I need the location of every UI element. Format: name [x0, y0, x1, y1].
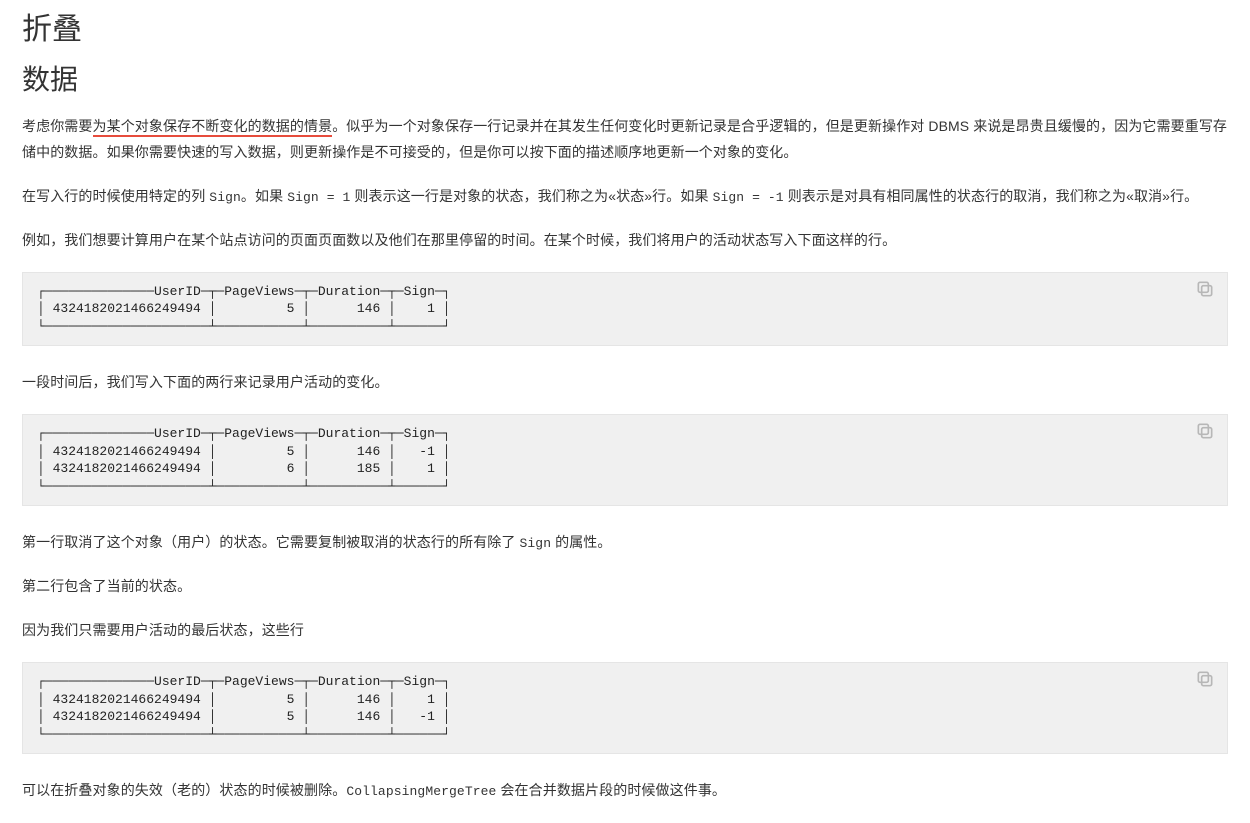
- paragraph-first-row-cancel: 第一行取消了这个对象（用户）的状态。它需要复制被取消的状态行的所有除了 Sign…: [22, 530, 1228, 556]
- text: 考虑你需要: [22, 118, 93, 134]
- copy-icon[interactable]: [1195, 279, 1219, 303]
- code-block-1: ┌──────────────UserID─┬─PageViews─┬─Dura…: [22, 272, 1228, 347]
- code-content: ┌──────────────UserID─┬─PageViews─┬─Dura…: [37, 283, 1213, 336]
- paragraph-sign-column: 在写入行的时候使用特定的列 Sign。如果 Sign = 1 则表示这一行是对象…: [22, 184, 1228, 210]
- inline-code-collapsingmergetree: CollapsingMergeTree: [346, 784, 496, 799]
- text: 则表示是对具有相同属性的状态行的取消，我们称之为«取消»行。: [784, 188, 1199, 204]
- text: 可以在折叠对象的失效（老的）状态的时候被删除。: [22, 782, 346, 798]
- text: 在写入行的时候使用特定的列: [22, 188, 209, 204]
- heading-collapse: 折叠: [22, 4, 1228, 48]
- inline-code-sign-eq-neg1: Sign = -1: [713, 190, 784, 205]
- inline-code-sign-eq-1: Sign = 1: [287, 190, 350, 205]
- text: 的属性。: [551, 534, 611, 550]
- text: 则表示这一行是对象的状态，我们称之为«状态»行。如果: [350, 188, 712, 204]
- paragraph-collapse-delete: 可以在折叠对象的失效（老的）状态的时候被删除。CollapsingMergeTr…: [22, 778, 1228, 804]
- copy-icon[interactable]: [1195, 421, 1219, 445]
- paragraph-example-intro: 例如，我们想要计算用户在某个站点访问的页面页面数以及他们在那里停留的时间。在某个…: [22, 228, 1228, 254]
- code-block-3: ┌──────────────UserID─┬─PageViews─┬─Dura…: [22, 662, 1228, 754]
- text: 会在合并数据片段的时候做这件事。: [496, 782, 726, 798]
- paragraph-second-row-current: 第二行包含了当前的状态。: [22, 574, 1228, 600]
- paragraph-intro: 考虑你需要为某个对象保存不断变化的数据的情景。似乎为一个对象保存一行记录并在其发…: [22, 114, 1228, 166]
- code-block-2: ┌──────────────UserID─┬─PageViews─┬─Dura…: [22, 414, 1228, 506]
- highlighted-phrase: 为某个对象保存不断变化的数据的情景: [93, 118, 333, 137]
- code-content: ┌──────────────UserID─┬─PageViews─┬─Dura…: [37, 425, 1213, 495]
- paragraph-after-time: 一段时间后，我们写入下面的两行来记录用户活动的变化。: [22, 370, 1228, 396]
- paragraph-last-state: 因为我们只需要用户活动的最后状态，这些行: [22, 618, 1228, 644]
- heading-data: 数据: [22, 58, 1228, 98]
- text: 。如果: [241, 188, 287, 204]
- inline-code-sign: Sign: [520, 536, 552, 551]
- code-content: ┌──────────────UserID─┬─PageViews─┬─Dura…: [37, 673, 1213, 743]
- copy-icon[interactable]: [1195, 669, 1219, 693]
- text: 第一行取消了这个对象（用户）的状态。它需要复制被取消的状态行的所有除了: [22, 534, 520, 550]
- inline-code-sign: Sign: [209, 190, 241, 205]
